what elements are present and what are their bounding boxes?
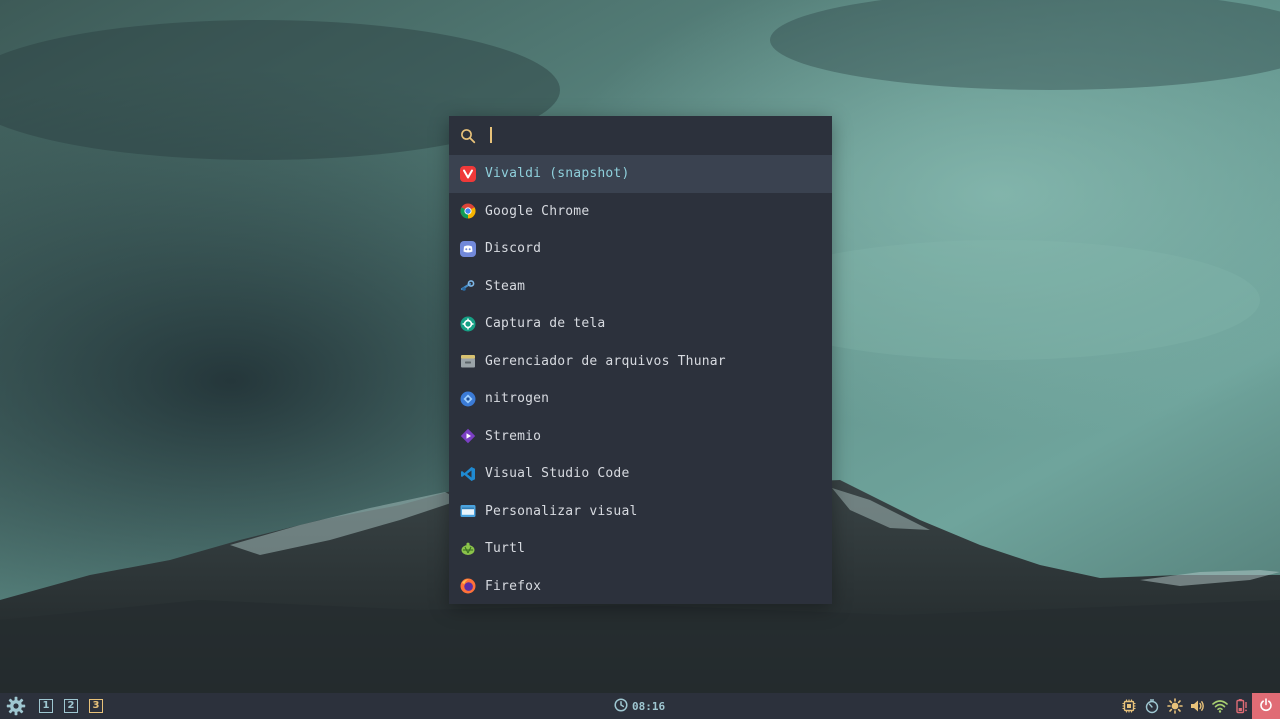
workspace-2[interactable]: 2: [64, 699, 78, 713]
app-label: nitrogen: [485, 391, 550, 407]
app-item-personalizar-visual[interactable]: Personalizar visual: [449, 493, 832, 531]
workspace-1[interactable]: 1: [39, 699, 53, 713]
app-item-steam[interactable]: Steam: [449, 268, 832, 306]
vscode-icon: [459, 465, 476, 482]
app-label: Personalizar visual: [485, 503, 638, 519]
clock-time: 08:16: [632, 700, 666, 713]
app-list: Vivaldi (snapshot) Google Chrome Discord…: [449, 155, 832, 605]
app-label: Firefox: [485, 578, 542, 594]
stremio-icon: [459, 428, 476, 445]
search-icon: [460, 128, 476, 144]
search-input[interactable]: [490, 123, 810, 148]
app-label: Gerenciador de arquivos Thunar: [485, 353, 726, 369]
app-item-vivaldi[interactable]: Vivaldi (snapshot): [449, 155, 832, 193]
timer-icon[interactable]: [1144, 698, 1160, 714]
search-bar[interactable]: [449, 116, 832, 155]
app-item-vscode[interactable]: Visual Studio Code: [449, 455, 832, 493]
app-label: Turtl: [485, 541, 526, 557]
app-label: Vivaldi (snapshot): [485, 166, 630, 182]
text-caret: [490, 127, 492, 143]
app-item-turtl[interactable]: Turtl: [449, 530, 832, 568]
app-item-discord[interactable]: Discord: [449, 230, 832, 268]
nitrogen-icon: [459, 390, 476, 407]
file-manager-icon: [459, 353, 476, 370]
taskbar: 1 2 3 08:16: [0, 693, 1280, 719]
app-label: Captura de tela: [485, 316, 606, 332]
app-item-captura-de-tela[interactable]: Captura de tela: [449, 305, 832, 343]
discord-icon: [459, 240, 476, 257]
app-launcher: Vivaldi (snapshot) Google Chrome Discord…: [449, 116, 832, 604]
battery-icon[interactable]: [1234, 698, 1250, 714]
volume-icon[interactable]: [1189, 698, 1205, 714]
app-item-thunar[interactable]: Gerenciador de arquivos Thunar: [449, 343, 832, 381]
screenshot-icon: [459, 315, 476, 332]
power-icon: [1259, 697, 1273, 715]
workspace-3[interactable]: 3: [89, 699, 103, 713]
app-item-firefox[interactable]: Firefox: [449, 568, 832, 606]
app-label: Discord: [485, 241, 542, 257]
cpu-icon[interactable]: [1121, 698, 1137, 714]
vivaldi-icon: [459, 165, 476, 182]
appearance-icon: [459, 503, 476, 520]
gear-icon[interactable]: [6, 696, 26, 716]
app-label: Visual Studio Code: [485, 466, 630, 482]
steam-icon: [459, 278, 476, 295]
power-button[interactable]: [1252, 693, 1280, 719]
app-label: Steam: [485, 278, 526, 294]
app-item-google-chrome[interactable]: Google Chrome: [449, 193, 832, 231]
chrome-icon: [459, 203, 476, 220]
app-label: Google Chrome: [485, 203, 590, 219]
firefox-icon: [459, 578, 476, 595]
turtl-icon: [459, 540, 476, 557]
clock-icon: [614, 698, 628, 715]
app-label: Stremio: [485, 428, 542, 444]
brightness-icon[interactable]: [1167, 698, 1183, 714]
clock[interactable]: 08:16: [614, 698, 665, 715]
app-item-nitrogen[interactable]: nitrogen: [449, 380, 832, 418]
app-item-stremio[interactable]: Stremio: [449, 418, 832, 456]
wifi-icon[interactable]: [1212, 698, 1228, 714]
